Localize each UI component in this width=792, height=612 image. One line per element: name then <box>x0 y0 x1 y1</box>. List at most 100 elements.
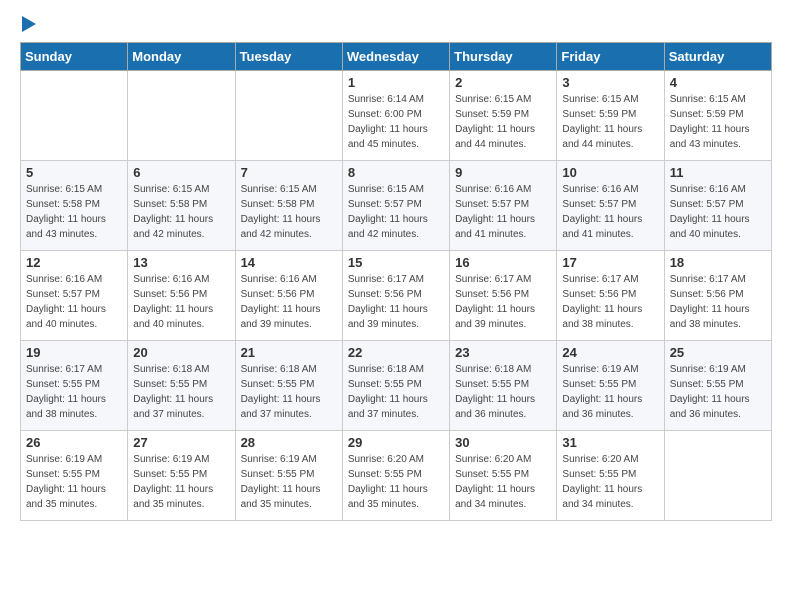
column-header-wednesday: Wednesday <box>342 43 449 71</box>
day-number: 26 <box>26 435 122 450</box>
calendar-week-row: 1 Sunrise: 6:14 AMSunset: 6:00 PMDaylight… <box>21 71 772 161</box>
calendar-cell: 10 Sunrise: 6:16 AMSunset: 5:57 PMDayligh… <box>557 161 664 251</box>
calendar-week-row: 26 Sunrise: 6:19 AMSunset: 5:55 PMDayligh… <box>21 431 772 521</box>
day-number: 22 <box>348 345 444 360</box>
day-info: Sunrise: 6:19 AMSunset: 5:55 PMDaylight:… <box>133 452 229 512</box>
day-number: 8 <box>348 165 444 180</box>
day-info: Sunrise: 6:15 AMSunset: 5:58 PMDaylight:… <box>26 182 122 242</box>
day-info: Sunrise: 6:15 AMSunset: 5:59 PMDaylight:… <box>562 92 658 152</box>
calendar-cell: 20 Sunrise: 6:18 AMSunset: 5:55 PMDayligh… <box>128 341 235 431</box>
logo <box>20 20 36 32</box>
day-info: Sunrise: 6:15 AMSunset: 5:59 PMDaylight:… <box>670 92 766 152</box>
calendar-cell: 25 Sunrise: 6:19 AMSunset: 5:55 PMDayligh… <box>664 341 771 431</box>
day-number: 21 <box>241 345 337 360</box>
day-info: Sunrise: 6:19 AMSunset: 5:55 PMDaylight:… <box>562 362 658 422</box>
day-number: 28 <box>241 435 337 450</box>
calendar-cell: 11 Sunrise: 6:16 AMSunset: 5:57 PMDayligh… <box>664 161 771 251</box>
calendar-cell <box>128 71 235 161</box>
calendar-cell: 13 Sunrise: 6:16 AMSunset: 5:56 PMDayligh… <box>128 251 235 341</box>
calendar-cell: 8Sunrise: 6:15 AMSunset: 5:57 PMDaylight… <box>342 161 449 251</box>
day-number: 12 <box>26 255 122 270</box>
calendar-cell: 12 Sunrise: 6:16 AMSunset: 5:57 PMDayligh… <box>21 251 128 341</box>
day-number: 19 <box>26 345 122 360</box>
day-info: Sunrise: 6:20 AMSunset: 5:55 PMDaylight:… <box>455 452 551 512</box>
day-number: 3 <box>562 75 658 90</box>
calendar-cell: 27 Sunrise: 6:19 AMSunset: 5:55 PMDayligh… <box>128 431 235 521</box>
day-info: Sunrise: 6:15 AMSunset: 5:58 PMDaylight:… <box>241 182 337 242</box>
day-info: Sunrise: 6:16 AMSunset: 5:57 PMDaylight:… <box>670 182 766 242</box>
day-number: 13 <box>133 255 229 270</box>
day-info: Sunrise: 6:16 AMSunset: 5:56 PMDaylight:… <box>133 272 229 332</box>
day-number: 5 <box>26 165 122 180</box>
calendar-week-row: 5 Sunrise: 6:15 AMSunset: 5:58 PMDaylight… <box>21 161 772 251</box>
day-number: 15 <box>348 255 444 270</box>
day-info: Sunrise: 6:19 AMSunset: 5:55 PMDaylight:… <box>670 362 766 422</box>
calendar-cell: 19 Sunrise: 6:17 AMSunset: 5:55 PMDayligh… <box>21 341 128 431</box>
day-number: 24 <box>562 345 658 360</box>
day-info: Sunrise: 6:16 AMSunset: 5:57 PMDaylight:… <box>26 272 122 332</box>
calendar-cell: 4 Sunrise: 6:15 AMSunset: 5:59 PMDaylight… <box>664 71 771 161</box>
calendar-cell: 29Sunrise: 6:20 AMSunset: 5:55 PMDayligh… <box>342 431 449 521</box>
column-header-saturday: Saturday <box>664 43 771 71</box>
calendar-cell: 21 Sunrise: 6:18 AMSunset: 5:55 PMDayligh… <box>235 341 342 431</box>
calendar-cell: 14 Sunrise: 6:16 AMSunset: 5:56 PMDayligh… <box>235 251 342 341</box>
calendar-cell: 24 Sunrise: 6:19 AMSunset: 5:55 PMDayligh… <box>557 341 664 431</box>
day-number: 20 <box>133 345 229 360</box>
calendar-table: SundayMondayTuesdayWednesdayThursdayFrid… <box>20 42 772 521</box>
day-info: Sunrise: 6:17 AMSunset: 5:56 PMDaylight:… <box>348 272 444 332</box>
day-info: Sunrise: 6:18 AMSunset: 5:55 PMDaylight:… <box>241 362 337 422</box>
calendar-cell: 1 Sunrise: 6:14 AMSunset: 6:00 PMDaylight… <box>342 71 449 161</box>
calendar-week-row: 19 Sunrise: 6:17 AMSunset: 5:55 PMDayligh… <box>21 341 772 431</box>
calendar-cell: 16Sunrise: 6:17 AMSunset: 5:56 PMDayligh… <box>450 251 557 341</box>
day-number: 10 <box>562 165 658 180</box>
calendar-cell: 5 Sunrise: 6:15 AMSunset: 5:58 PMDaylight… <box>21 161 128 251</box>
day-number: 30 <box>455 435 551 450</box>
calendar-cell: 31Sunrise: 6:20 AMSunset: 5:55 PMDayligh… <box>557 431 664 521</box>
column-header-tuesday: Tuesday <box>235 43 342 71</box>
day-number: 23 <box>455 345 551 360</box>
day-info: Sunrise: 6:16 AMSunset: 5:56 PMDaylight:… <box>241 272 337 332</box>
day-info: Sunrise: 6:17 AMSunset: 5:56 PMDaylight:… <box>670 272 766 332</box>
calendar-cell: 3 Sunrise: 6:15 AMSunset: 5:59 PMDaylight… <box>557 71 664 161</box>
day-info: Sunrise: 6:14 AMSunset: 6:00 PMDaylight:… <box>348 92 444 152</box>
calendar-cell: 7 Sunrise: 6:15 AMSunset: 5:58 PMDaylight… <box>235 161 342 251</box>
day-info: Sunrise: 6:16 AMSunset: 5:57 PMDaylight:… <box>455 182 551 242</box>
calendar-cell: 22 Sunrise: 6:18 AMSunset: 5:55 PMDayligh… <box>342 341 449 431</box>
day-number: 7 <box>241 165 337 180</box>
calendar-cell <box>664 431 771 521</box>
day-number: 25 <box>670 345 766 360</box>
day-number: 1 <box>348 75 444 90</box>
day-number: 6 <box>133 165 229 180</box>
calendar-week-row: 12 Sunrise: 6:16 AMSunset: 5:57 PMDayligh… <box>21 251 772 341</box>
page-header <box>20 20 772 32</box>
column-header-monday: Monday <box>128 43 235 71</box>
day-info: Sunrise: 6:20 AMSunset: 5:55 PMDaylight:… <box>562 452 658 512</box>
day-number: 4 <box>670 75 766 90</box>
calendar-cell: 26 Sunrise: 6:19 AMSunset: 5:55 PMDayligh… <box>21 431 128 521</box>
day-info: Sunrise: 6:15 AMSunset: 5:59 PMDaylight:… <box>455 92 551 152</box>
column-header-friday: Friday <box>557 43 664 71</box>
day-info: Sunrise: 6:18 AMSunset: 5:55 PMDaylight:… <box>348 362 444 422</box>
day-number: 29 <box>348 435 444 450</box>
day-info: Sunrise: 6:18 AMSunset: 5:55 PMDaylight:… <box>133 362 229 422</box>
column-header-thursday: Thursday <box>450 43 557 71</box>
day-number: 9 <box>455 165 551 180</box>
calendar-cell <box>21 71 128 161</box>
day-info: Sunrise: 6:16 AMSunset: 5:57 PMDaylight:… <box>562 182 658 242</box>
column-header-sunday: Sunday <box>21 43 128 71</box>
day-info: Sunrise: 6:17 AMSunset: 5:55 PMDaylight:… <box>26 362 122 422</box>
day-number: 11 <box>670 165 766 180</box>
day-number: 16 <box>455 255 551 270</box>
calendar-cell: 6 Sunrise: 6:15 AMSunset: 5:58 PMDaylight… <box>128 161 235 251</box>
calendar-cell: 15 Sunrise: 6:17 AMSunset: 5:56 PMDayligh… <box>342 251 449 341</box>
day-number: 14 <box>241 255 337 270</box>
calendar-cell: 30 Sunrise: 6:20 AMSunset: 5:55 PMDayligh… <box>450 431 557 521</box>
day-number: 27 <box>133 435 229 450</box>
day-info: Sunrise: 6:19 AMSunset: 5:55 PMDaylight:… <box>26 452 122 512</box>
day-info: Sunrise: 6:19 AMSunset: 5:55 PMDaylight:… <box>241 452 337 512</box>
day-number: 18 <box>670 255 766 270</box>
calendar-cell <box>235 71 342 161</box>
calendar-header-row: SundayMondayTuesdayWednesdayThursdayFrid… <box>21 43 772 71</box>
logo-arrow-icon <box>22 16 36 32</box>
day-info: Sunrise: 6:15 AMSunset: 5:58 PMDaylight:… <box>133 182 229 242</box>
